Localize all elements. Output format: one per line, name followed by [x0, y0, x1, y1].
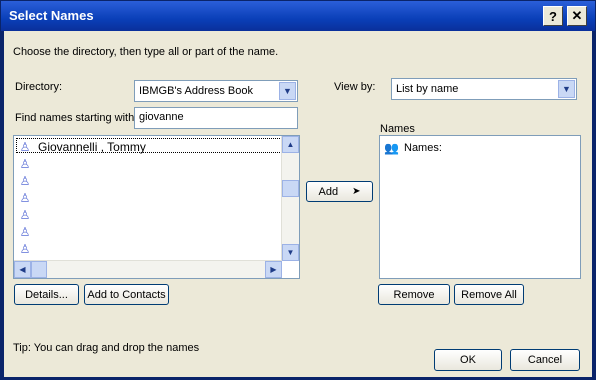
- chevron-down-icon[interactable]: ▼: [279, 82, 296, 100]
- details-button[interactable]: Details...: [14, 284, 79, 305]
- person-icon: ♙: [19, 139, 31, 154]
- names-root-item[interactable]: 👥 Names:: [384, 139, 442, 156]
- vertical-scrollbar[interactable]: ▲ ▼: [281, 136, 299, 261]
- person-icon: ♙: [19, 190, 31, 205]
- person-icon: ♙: [19, 241, 31, 256]
- find-label: Find names starting with:: [15, 112, 138, 124]
- people-group-icon: 👥: [384, 140, 399, 155]
- person-icon: ♙: [19, 224, 31, 239]
- scroll-up-icon[interactable]: ▲: [282, 136, 299, 153]
- remove-all-button[interactable]: Remove All: [454, 284, 524, 305]
- list-item[interactable]: ♙: [18, 206, 32, 223]
- list-item[interactable]: ♙ Giovannelli , Tommy: [18, 138, 146, 155]
- list-item[interactable]: ♙: [18, 240, 32, 257]
- add-to-contacts-button[interactable]: Add to Contacts: [84, 284, 169, 305]
- arrow-right-icon: ➤: [352, 186, 361, 197]
- dialog-body: Choose the directory, then type all or p…: [4, 31, 592, 377]
- remove-button[interactable]: Remove: [378, 284, 450, 305]
- directory-label: Directory:: [15, 81, 63, 93]
- person-icon: ♙: [19, 207, 31, 222]
- person-icon: ♙: [19, 173, 31, 188]
- tip-text: Tip: You can drag and drop the names: [13, 342, 200, 354]
- scroll-down-icon[interactable]: ▼: [282, 244, 299, 261]
- list-item-name: Giovannelli , Tommy: [38, 139, 146, 154]
- directory-select[interactable]: IBMGB's Address Book ▼: [134, 80, 298, 102]
- scroll-right-icon[interactable]: ▶: [265, 261, 282, 278]
- list-item[interactable]: ♙: [18, 155, 32, 172]
- horizontal-scroll-thumb[interactable]: [31, 261, 47, 278]
- list-item[interactable]: ♙: [18, 172, 32, 189]
- horizontal-scrollbar[interactable]: ◀ ▶: [14, 260, 282, 278]
- viewby-value: List by name: [396, 83, 459, 95]
- ok-button[interactable]: OK: [434, 349, 502, 371]
- find-input[interactable]: giovanne: [134, 107, 298, 129]
- instructions-text: Choose the directory, then type all or p…: [13, 46, 279, 58]
- help-button[interactable]: ?: [543, 6, 563, 26]
- vertical-scroll-thumb[interactable]: [282, 180, 299, 197]
- names-label: Names: [380, 123, 415, 135]
- scroll-left-icon[interactable]: ◀: [14, 261, 31, 278]
- selected-names-list[interactable]: 👥 Names:: [379, 135, 581, 279]
- results-list[interactable]: ♙ Giovannelli , Tommy ♙ ♙ ♙ ♙ ♙ ♙ ▲ ▼ ◀ …: [13, 135, 300, 279]
- list-item[interactable]: ♙: [18, 189, 32, 206]
- select-names-dialog: Select Names ? ✕ Choose the directory, t…: [0, 0, 596, 380]
- names-root-label: Names:: [404, 141, 442, 154]
- add-button-label: Add: [318, 185, 339, 198]
- list-item[interactable]: ♙: [18, 223, 32, 240]
- add-button[interactable]: Add ➤: [306, 181, 373, 202]
- chevron-down-icon[interactable]: ▼: [558, 80, 575, 98]
- cancel-button[interactable]: Cancel: [510, 349, 580, 371]
- title-bar[interactable]: Select Names ? ✕: [1, 1, 595, 31]
- person-icon: ♙: [19, 156, 31, 171]
- viewby-select[interactable]: List by name ▼: [391, 78, 577, 100]
- close-button[interactable]: ✕: [567, 6, 587, 26]
- window-title: Select Names: [9, 8, 94, 23]
- viewby-label: View by:: [334, 81, 376, 93]
- directory-value: IBMGB's Address Book: [139, 85, 253, 97]
